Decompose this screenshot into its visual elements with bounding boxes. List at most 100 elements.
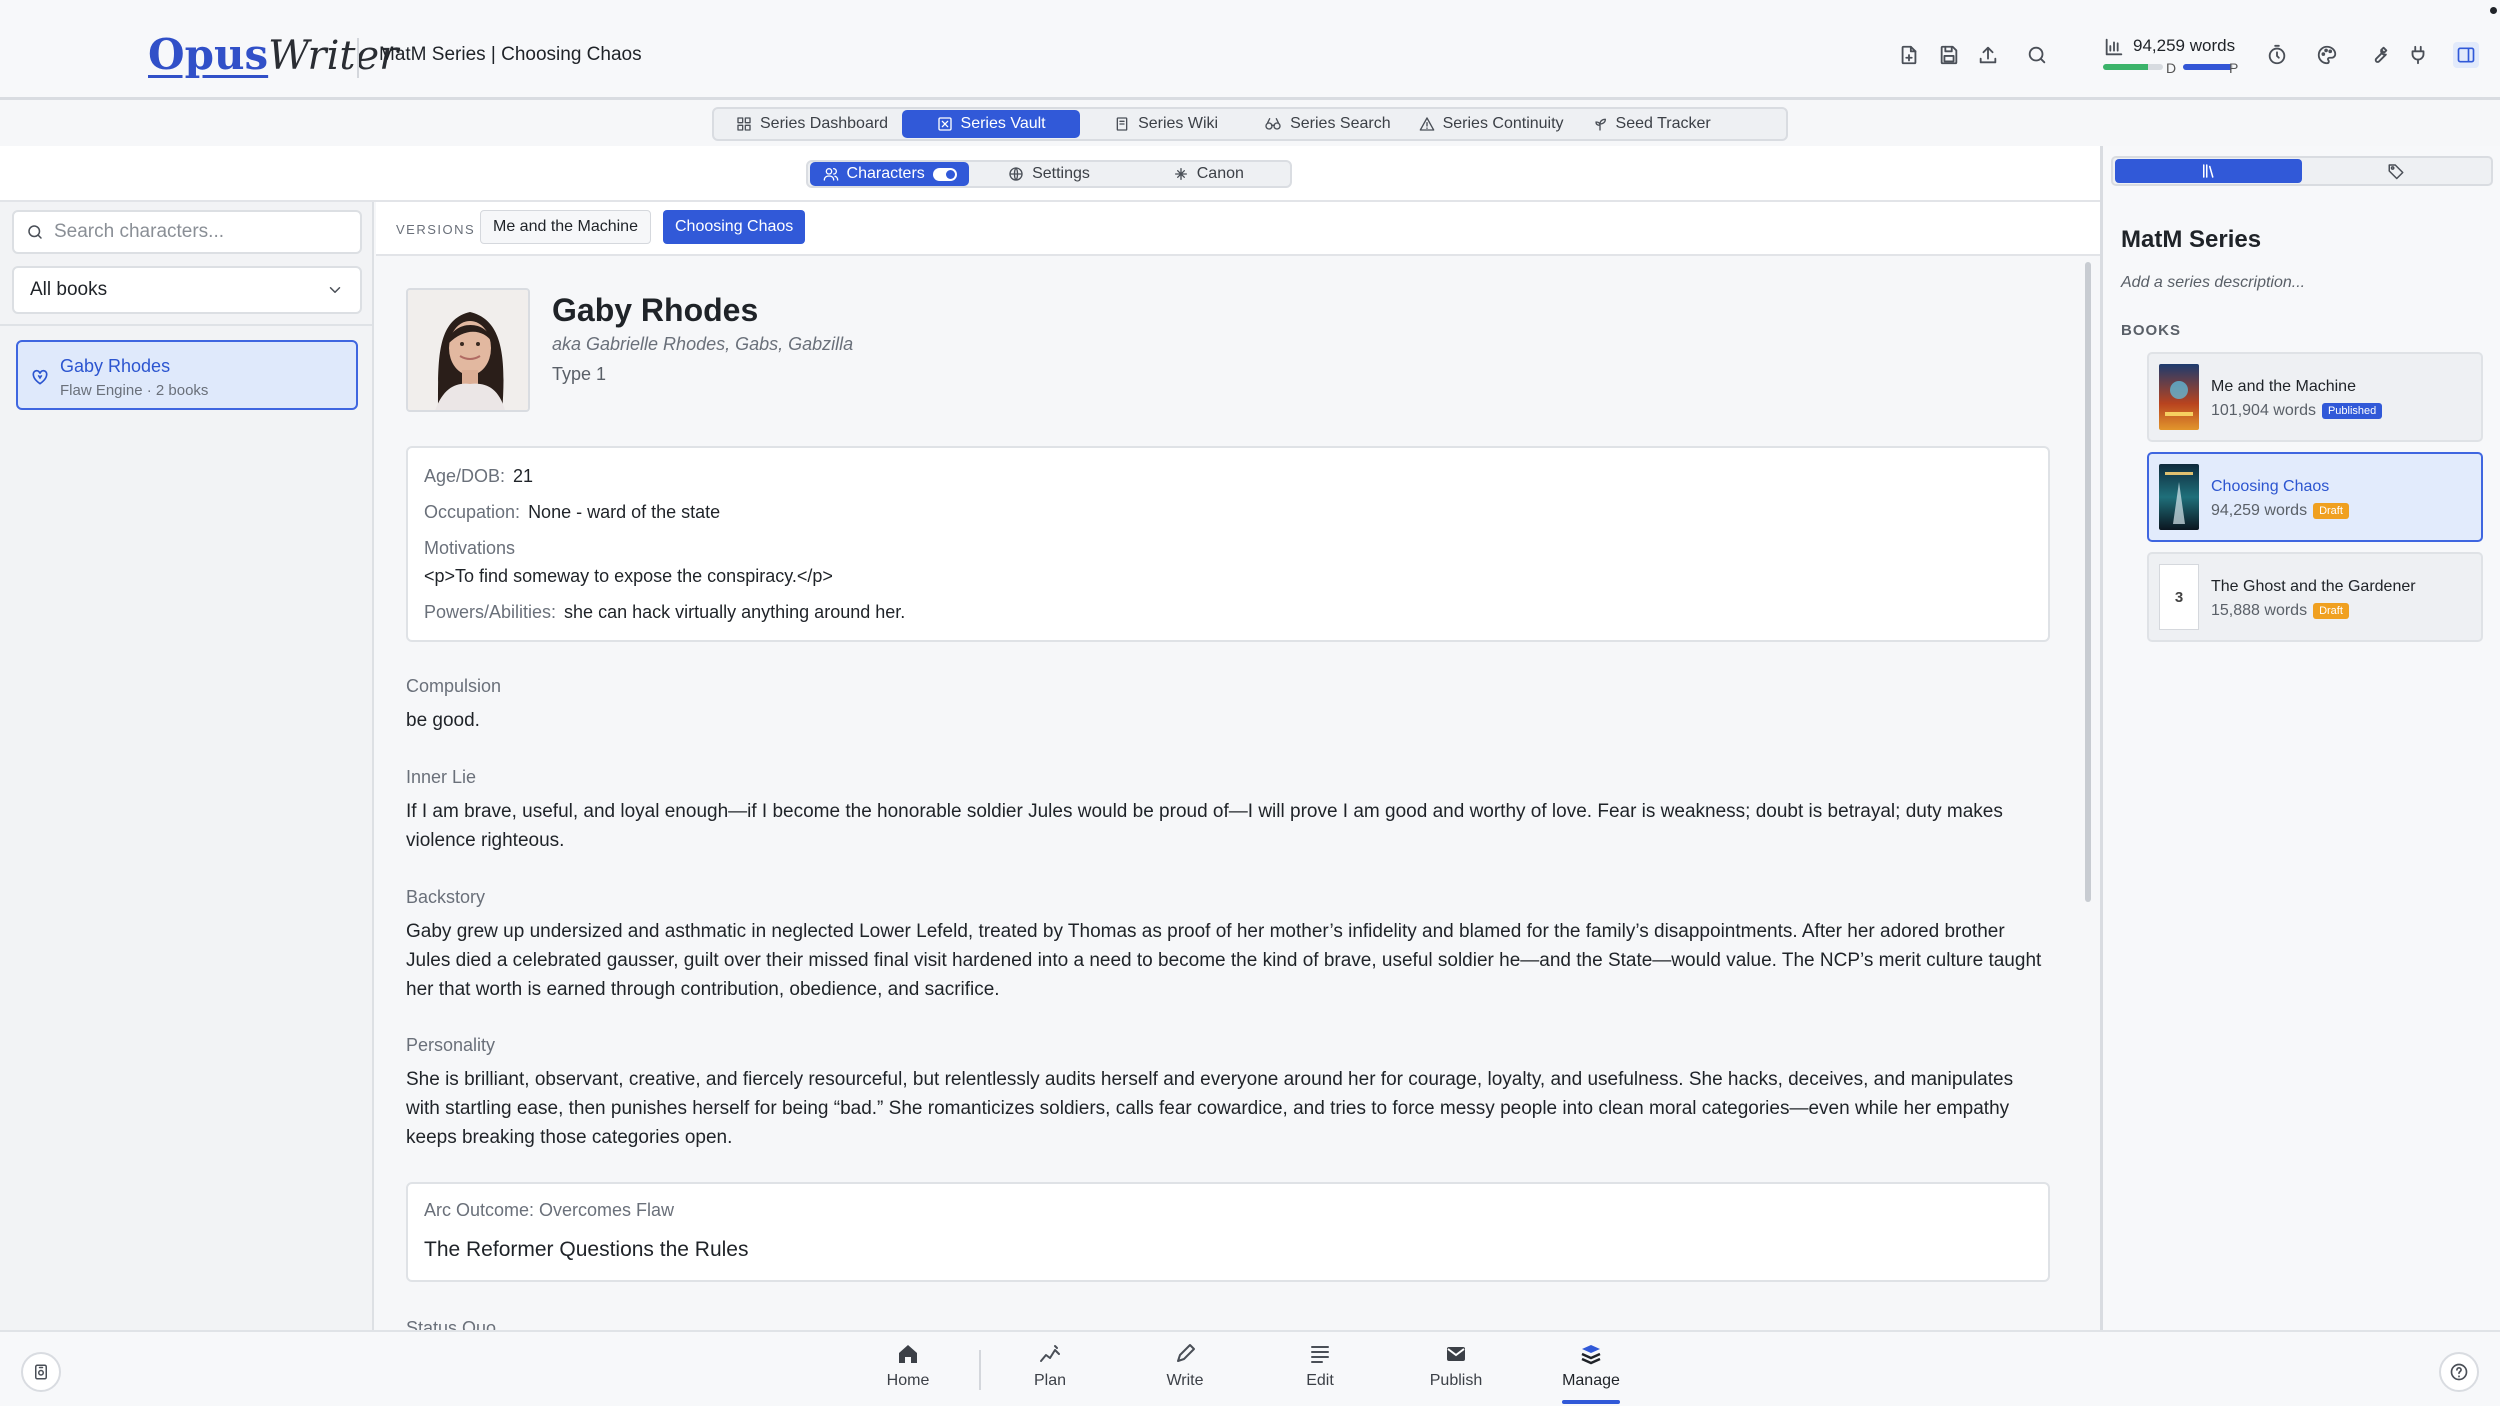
nav-manage[interactable]: Manage [1546,1342,1636,1402]
save-button[interactable] [1936,42,1962,68]
upload-icon [1979,46,1997,64]
series-panel: MatM Series Add a series description... … [2100,146,2500,1330]
versions-label: VERSIONS [396,222,476,237]
age-row: Age/DOB: 21 [424,466,533,487]
personality-value: She is brilliant, observant, creative, a… [406,1069,2014,1148]
tab-seed-tracker[interactable]: Seed Tracker [1578,110,1725,138]
left-utility-button[interactable] [21,1352,61,1392]
book-card-choosing-chaos[interactable]: Choosing Chaos 94,259 words Draft [2147,452,2483,542]
plugins-button[interactable] [2405,42,2431,68]
nav-write[interactable]: Write [1140,1342,1230,1402]
book-words: 15,888 words Draft [2211,602,2349,620]
heart-icon [32,369,48,385]
stack-icon [1581,1345,1601,1365]
book-filter-select[interactable]: All books [12,266,362,314]
portrait-image [408,290,528,410]
series-name: MatM Series [2121,226,2262,253]
help-button[interactable] [2439,1352,2479,1392]
tab-series-vault[interactable]: Series Vault [902,110,1081,138]
tab-settings[interactable]: Settings [969,162,1128,186]
tab-label: Characters [846,165,925,182]
motivations-value: <p>To find someway to expose the conspir… [424,566,833,586]
plan-icon [1040,1345,1060,1362]
help-icon [2450,1363,2468,1381]
content-scrollbar[interactable] [2085,262,2091,902]
character-detail: VERSIONS Me and the Machine Choosing Cha… [376,202,2100,1330]
book-number: 3 [2159,564,2199,630]
canon-icon [1174,168,1187,180]
nav-label: Write [1166,1372,1204,1389]
tab-library[interactable] [2115,159,2302,183]
book-card-me-and-the-machine[interactable]: Me and the Machine 101,904 words Publishe… [2147,352,2483,442]
chevron-down-icon [329,287,341,293]
nav-home[interactable]: Home [863,1342,953,1402]
timer-icon [2268,44,2286,65]
version-me-and-the-machine[interactable]: Me and the Machine [480,210,651,244]
character-list-name: Gaby Rhodes [60,356,171,376]
book-card-the-ghost-and-the-gardener[interactable]: 3 The Ghost and the Gardener 15,888 word… [2147,552,2483,642]
books-heading: BOOKS [2121,322,2182,339]
draft-progress-fill [2103,64,2148,70]
bar-chart-icon [2105,38,2123,56]
occupation-label: Occupation: [424,502,521,522]
characters-toggle[interactable] [932,167,957,181]
users-icon [823,168,838,181]
tab-series-continuity[interactable]: Series Continuity [1405,110,1578,138]
version-choosing-chaos[interactable]: Choosing Chaos [663,210,806,244]
nav-edit[interactable]: Edit [1275,1342,1365,1402]
timer-button[interactable] [2264,42,2290,68]
wrench-icon [2374,46,2388,63]
tab-canon[interactable]: Canon [1129,162,1288,186]
search-field[interactable] [12,210,362,254]
opuswriter-logo[interactable]: Opus Writer [148,30,398,80]
tab-series-wiki[interactable]: Series Wiki [1100,110,1232,138]
backstory-label: Backstory [406,887,486,907]
book-words: 94,259 words Draft [2211,502,2349,520]
character-list-item[interactable]: Gaby Rhodes Flaw Engine · 2 books [16,340,358,410]
header-divider [357,38,359,78]
new-document-button[interactable] [1896,42,1922,68]
tools-button[interactable] [2366,42,2392,68]
character-aliases: aka Gabrielle Rhodes, Gabs, Gabzilla [552,334,854,354]
tab-series-dashboard[interactable]: Series Dashboard [722,110,902,138]
search-button[interactable] [2024,42,2050,68]
series-nav: Series Dashboard Series Vault Series Wik… [712,107,1788,141]
book-title: Choosing Chaos [2211,478,2330,495]
tab-tags[interactable] [2302,159,2489,183]
backstory-value: Gaby grew up undersized and asthmatic in… [406,921,2042,1000]
active-nav-indicator [1562,1400,1620,1404]
export-button[interactable] [1975,42,2001,68]
compulsion-value: be good. [406,710,480,731]
plug-icon [2411,45,2425,65]
book-words: 101,904 words Published [2211,402,2383,420]
character-portrait [406,288,530,412]
tab-label: Canon [1196,165,1244,182]
tab-label: Series Dashboard [760,115,889,132]
toggle-right-panel-button[interactable] [2453,42,2479,68]
word-count-widget[interactable]: 94,259 words D P [2103,34,2243,78]
home-icon [899,1345,917,1363]
status-badge: Draft [2313,603,2349,619]
app-window: Opus Writer MatM Series | Choosing Chaos … [0,0,2500,1406]
pen-icon [1177,1344,1195,1362]
nav-label: Home [886,1372,930,1389]
vault-icon [937,117,952,131]
book-filter-value: All books [30,279,108,300]
motivations-label: Motivations [424,538,516,558]
top-header: Opus Writer MatM Series | Choosing Chaos … [0,0,2500,100]
bottom-nav: Home Plan Write Edit Publish Manage [0,1330,2500,1406]
nav-plan[interactable]: Plan [1005,1342,1095,1402]
theme-button[interactable] [2314,42,2340,68]
series-description[interactable]: Add a series description... [2121,274,2305,292]
powers-row: Powers/Abilities: she can hack virtually … [424,602,905,623]
tab-characters[interactable]: Characters [810,162,970,186]
publish-progress-label: P [2229,60,2239,76]
search-input[interactable] [54,221,344,243]
tab-label: Series Wiki [1138,115,1219,132]
tab-label: Series Search [1290,115,1391,132]
nav-label: Edit [1306,1372,1334,1389]
versions-bar: VERSIONS Me and the Machine Choosing Cha… [376,202,2100,256]
tab-series-search[interactable]: Series Search [1250,110,1405,138]
nav-publish[interactable]: Publish [1411,1342,1501,1402]
book-cover [2159,364,2199,430]
